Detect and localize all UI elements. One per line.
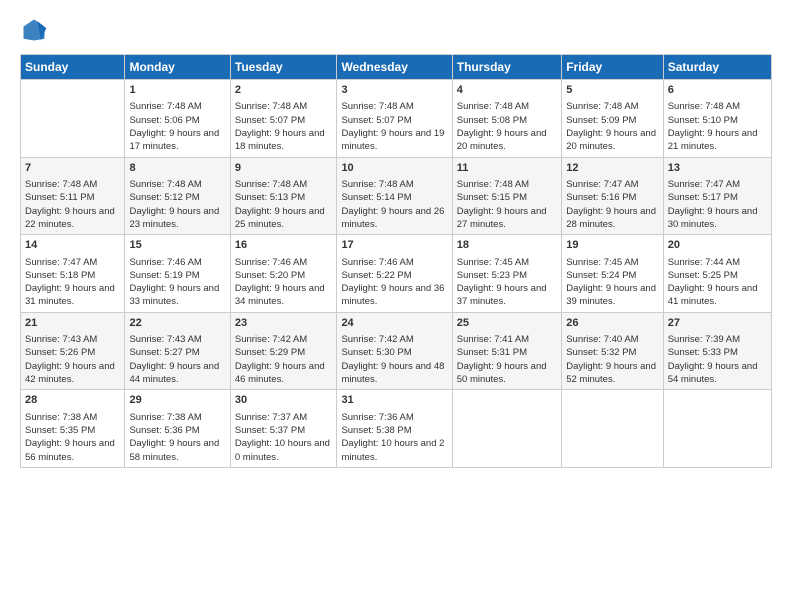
week-row-5: 28Sunrise: 7:38 AMSunset: 5:35 PMDayligh… (21, 390, 772, 468)
page: SundayMondayTuesdayWednesdayThursdayFrid… (0, 0, 792, 612)
day-number: 12 (566, 161, 658, 176)
day-number: 14 (25, 238, 120, 253)
day-cell: 18Sunrise: 7:45 AMSunset: 5:23 PMDayligh… (452, 235, 561, 313)
day-cell: 24Sunrise: 7:42 AMSunset: 5:30 PMDayligh… (337, 312, 452, 390)
day-cell: 11Sunrise: 7:48 AMSunset: 5:15 PMDayligh… (452, 157, 561, 235)
day-cell: 2Sunrise: 7:48 AMSunset: 5:07 PMDaylight… (230, 80, 337, 158)
header-row: SundayMondayTuesdayWednesdayThursdayFrid… (21, 55, 772, 80)
day-number: 23 (235, 316, 333, 331)
day-number: 25 (457, 316, 557, 331)
day-number: 29 (129, 393, 225, 408)
day-number: 21 (25, 316, 120, 331)
day-cell: 16Sunrise: 7:46 AMSunset: 5:20 PMDayligh… (230, 235, 337, 313)
day-cell: 7Sunrise: 7:48 AMSunset: 5:11 PMDaylight… (21, 157, 125, 235)
day-number: 16 (235, 238, 333, 253)
day-number: 30 (235, 393, 333, 408)
day-number: 15 (129, 238, 225, 253)
day-cell: 15Sunrise: 7:46 AMSunset: 5:19 PMDayligh… (125, 235, 230, 313)
day-cell: 8Sunrise: 7:48 AMSunset: 5:12 PMDaylight… (125, 157, 230, 235)
day-number: 1 (129, 83, 225, 98)
day-cell: 14Sunrise: 7:47 AMSunset: 5:18 PMDayligh… (21, 235, 125, 313)
day-cell: 21Sunrise: 7:43 AMSunset: 5:26 PMDayligh… (21, 312, 125, 390)
day-cell (21, 80, 125, 158)
day-number: 8 (129, 161, 225, 176)
calendar-table: SundayMondayTuesdayWednesdayThursdayFrid… (20, 54, 772, 468)
day-number: 26 (566, 316, 658, 331)
day-cell: 10Sunrise: 7:48 AMSunset: 5:14 PMDayligh… (337, 157, 452, 235)
day-number: 20 (668, 238, 767, 253)
day-cell: 23Sunrise: 7:42 AMSunset: 5:29 PMDayligh… (230, 312, 337, 390)
day-cell: 3Sunrise: 7:48 AMSunset: 5:07 PMDaylight… (337, 80, 452, 158)
day-cell: 13Sunrise: 7:47 AMSunset: 5:17 PMDayligh… (663, 157, 771, 235)
day-number: 2 (235, 83, 333, 98)
day-number: 3 (341, 83, 447, 98)
day-cell: 9Sunrise: 7:48 AMSunset: 5:13 PMDaylight… (230, 157, 337, 235)
day-number: 18 (457, 238, 557, 253)
day-cell (562, 390, 663, 468)
day-cell: 1Sunrise: 7:48 AMSunset: 5:06 PMDaylight… (125, 80, 230, 158)
day-number: 10 (341, 161, 447, 176)
logo (20, 16, 52, 44)
day-number: 6 (668, 83, 767, 98)
day-number: 17 (341, 238, 447, 253)
day-cell: 29Sunrise: 7:38 AMSunset: 5:36 PMDayligh… (125, 390, 230, 468)
day-number: 9 (235, 161, 333, 176)
day-header-thursday: Thursday (452, 55, 561, 80)
day-number: 27 (668, 316, 767, 331)
day-cell: 28Sunrise: 7:38 AMSunset: 5:35 PMDayligh… (21, 390, 125, 468)
week-row-3: 14Sunrise: 7:47 AMSunset: 5:18 PMDayligh… (21, 235, 772, 313)
day-number: 4 (457, 83, 557, 98)
day-number: 19 (566, 238, 658, 253)
logo-icon (20, 16, 48, 44)
day-cell: 27Sunrise: 7:39 AMSunset: 5:33 PMDayligh… (663, 312, 771, 390)
day-cell: 4Sunrise: 7:48 AMSunset: 5:08 PMDaylight… (452, 80, 561, 158)
day-number: 31 (341, 393, 447, 408)
week-row-4: 21Sunrise: 7:43 AMSunset: 5:26 PMDayligh… (21, 312, 772, 390)
day-header-sunday: Sunday (21, 55, 125, 80)
day-header-friday: Friday (562, 55, 663, 80)
day-header-saturday: Saturday (663, 55, 771, 80)
day-cell: 30Sunrise: 7:37 AMSunset: 5:37 PMDayligh… (230, 390, 337, 468)
day-number: 13 (668, 161, 767, 176)
day-cell: 5Sunrise: 7:48 AMSunset: 5:09 PMDaylight… (562, 80, 663, 158)
day-cell: 31Sunrise: 7:36 AMSunset: 5:38 PMDayligh… (337, 390, 452, 468)
day-cell: 20Sunrise: 7:44 AMSunset: 5:25 PMDayligh… (663, 235, 771, 313)
week-row-2: 7Sunrise: 7:48 AMSunset: 5:11 PMDaylight… (21, 157, 772, 235)
day-number: 28 (25, 393, 120, 408)
day-cell: 17Sunrise: 7:46 AMSunset: 5:22 PMDayligh… (337, 235, 452, 313)
day-cell (663, 390, 771, 468)
day-number: 7 (25, 161, 120, 176)
day-cell: 25Sunrise: 7:41 AMSunset: 5:31 PMDayligh… (452, 312, 561, 390)
week-row-1: 1Sunrise: 7:48 AMSunset: 5:06 PMDaylight… (21, 80, 772, 158)
day-header-tuesday: Tuesday (230, 55, 337, 80)
day-cell: 26Sunrise: 7:40 AMSunset: 5:32 PMDayligh… (562, 312, 663, 390)
day-number: 5 (566, 83, 658, 98)
header (20, 16, 772, 44)
day-header-monday: Monday (125, 55, 230, 80)
day-number: 11 (457, 161, 557, 176)
day-cell (452, 390, 561, 468)
day-number: 22 (129, 316, 225, 331)
day-header-wednesday: Wednesday (337, 55, 452, 80)
day-cell: 22Sunrise: 7:43 AMSunset: 5:27 PMDayligh… (125, 312, 230, 390)
day-cell: 19Sunrise: 7:45 AMSunset: 5:24 PMDayligh… (562, 235, 663, 313)
day-cell: 6Sunrise: 7:48 AMSunset: 5:10 PMDaylight… (663, 80, 771, 158)
day-cell: 12Sunrise: 7:47 AMSunset: 5:16 PMDayligh… (562, 157, 663, 235)
day-number: 24 (341, 316, 447, 331)
